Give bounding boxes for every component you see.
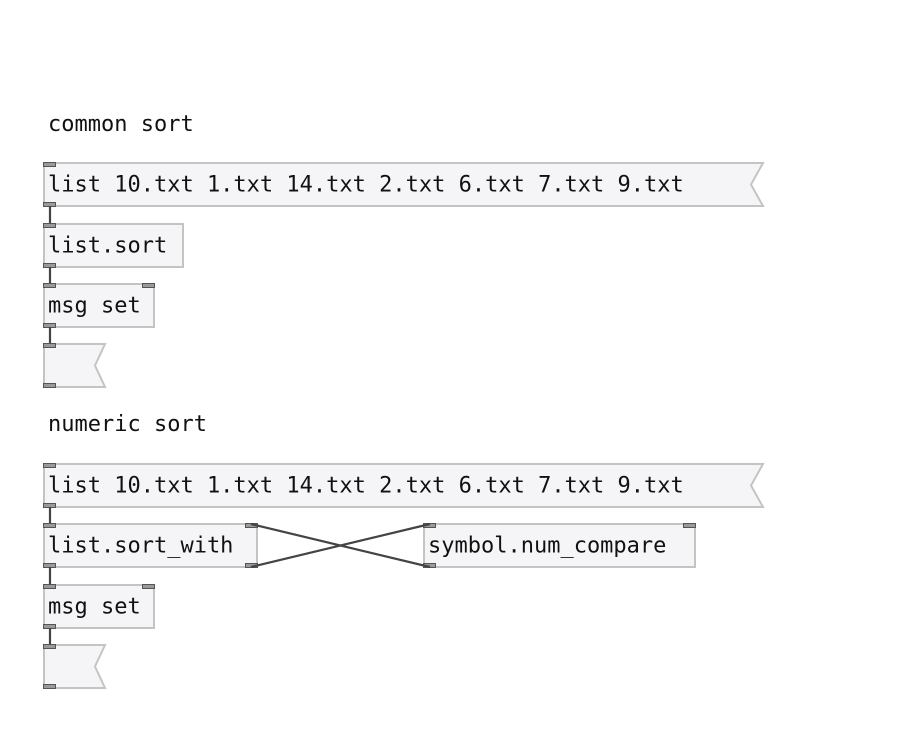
inlet[interactable] [43,223,56,228]
list-message-label-1: list 10.txt 1.txt 14.txt 2.txt 6.txt 7.t… [48,172,684,197]
outlet[interactable] [423,563,436,568]
list-message-label-2: list 10.txt 1.txt 14.txt 2.txt 6.txt 7.t… [48,473,684,498]
outlet[interactable] [43,383,56,388]
list-message-box-2[interactable]: list 10.txt 1.txt 14.txt 2.txt 6.txt 7.t… [43,463,765,508]
output-message-box-1[interactable] [43,343,107,388]
inlet-right[interactable] [683,523,696,528]
symbol-num-compare-object[interactable]: symbol.num_compare [423,523,696,568]
outlet[interactable] [43,624,56,629]
inlet[interactable] [43,463,56,468]
outlet-left[interactable] [43,563,56,568]
list-sort-with-object[interactable]: list.sort_with [43,523,258,568]
message-box-outline [43,644,107,689]
inlet-left[interactable] [43,523,56,528]
comment-common-sort: common sort [48,112,194,137]
comment-numeric-sort: numeric sort [48,412,207,437]
inlet-left[interactable] [43,584,56,589]
inlet-right[interactable] [142,584,155,589]
outlet[interactable] [43,503,56,508]
msg-set-label-1: msg set [48,293,141,318]
cord-compare-to-sort [250,522,431,569]
inlet[interactable] [43,343,56,348]
symbol-num-compare-label: symbol.num_compare [428,533,667,558]
outlet-right[interactable] [245,563,258,568]
outlet[interactable] [43,263,56,268]
list-sort-label: list.sort [48,233,168,258]
message-box-outline [43,343,107,388]
list-message-box-1[interactable]: list 10.txt 1.txt 14.txt 2.txt 6.txt 7.t… [43,162,765,207]
inlet-right[interactable] [245,523,258,528]
msg-set-object-1[interactable]: msg set [43,283,155,328]
msg-set-label-2: msg set [48,594,141,619]
inlet[interactable] [43,644,56,649]
outlet[interactable] [43,684,56,689]
outlet[interactable] [43,323,56,328]
inlet-right[interactable] [142,283,155,288]
inlet[interactable] [43,162,56,167]
outlet[interactable] [43,202,56,207]
patch-canvas[interactable]: common sort list 10.txt 1.txt 14.txt 2.t… [0,0,911,748]
cord-sort-to-compare [250,522,431,569]
list-sort-with-label: list.sort_with [48,533,234,558]
msg-set-object-2[interactable]: msg set [43,584,155,629]
inlet-left[interactable] [43,283,56,288]
list-sort-object[interactable]: list.sort [43,223,184,268]
output-message-box-2[interactable] [43,644,107,689]
inlet-left[interactable] [423,523,436,528]
